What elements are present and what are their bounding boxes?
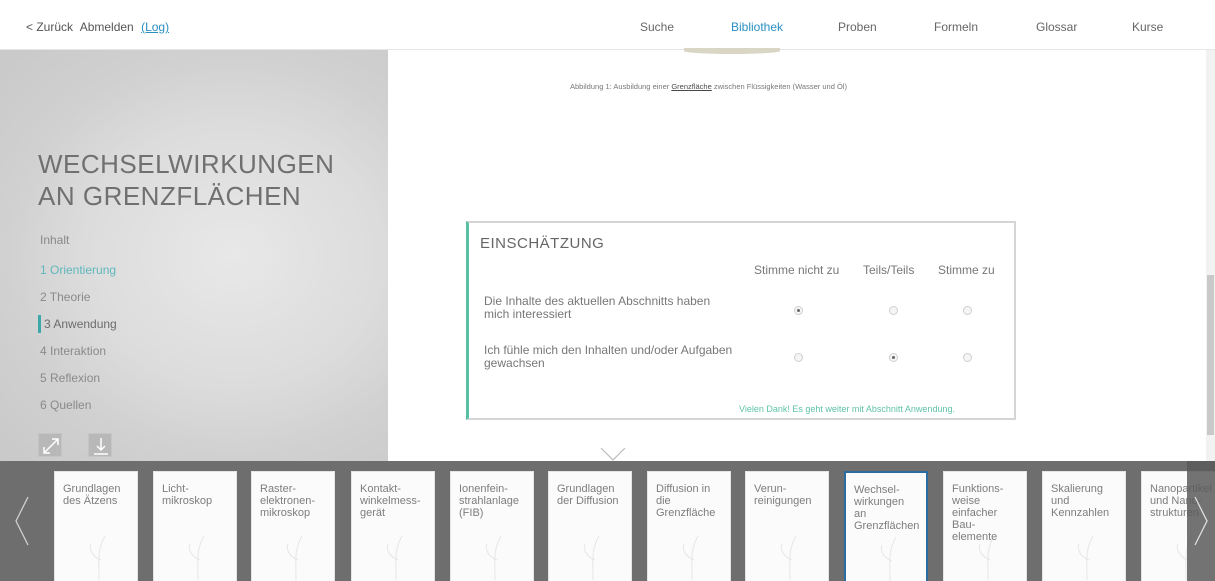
- expand-button[interactable]: [38, 433, 62, 457]
- plant-icon: [880, 536, 897, 581]
- chapter-title-line2: AN GRENZFLÄCHEN: [38, 181, 302, 211]
- toc-item-quellen[interactable]: 6 Quellen: [40, 397, 117, 424]
- course-card-selected[interactable]: Wechsel- wirkungen an Grenzflächen: [844, 471, 928, 581]
- nav-bibliothek[interactable]: Bibliothek: [731, 20, 783, 34]
- column-agree: Stimme zu: [938, 263, 995, 277]
- toc-heading: Inhalt: [40, 233, 70, 247]
- question-competence: Ich fühle mich den Inhalten und/oder Auf…: [484, 343, 733, 370]
- toc-item-theorie[interactable]: 2 Theorie: [40, 289, 117, 316]
- course-card[interactable]: Verun- reinigungen: [745, 471, 829, 581]
- course-card-label: Kontakt- winkelmess- gerät: [360, 483, 421, 519]
- table-of-contents: 1 Orientierung 2 Theorie 3 Anwendung 4 I…: [38, 262, 117, 424]
- logout-link[interactable]: Abmelden: [80, 20, 134, 34]
- question-interest: Die Inhalte des aktuellen Abschnitts hab…: [484, 294, 711, 321]
- nav-glossar[interactable]: Glossar: [1036, 20, 1077, 34]
- back-link[interactable]: < Zurück: [26, 20, 73, 34]
- course-card-label: Raster- elektronen- mikroskop: [260, 483, 316, 519]
- nav-suche[interactable]: Suche: [640, 20, 674, 34]
- column-disagree: Stimme nicht zu: [754, 263, 840, 277]
- plant-icon: [1077, 535, 1094, 580]
- download-button[interactable]: [88, 433, 112, 457]
- caption-glossary-link[interactable]: Grenzfläche: [671, 82, 711, 91]
- radio-q1-agree[interactable]: [963, 306, 972, 315]
- course-card[interactable]: Raster- elektronen- mikroskop: [251, 471, 335, 581]
- scrollbar-thumb[interactable]: [1207, 275, 1214, 435]
- course-card-label: Grundlagen der Diffusion: [557, 483, 619, 507]
- course-card-label: Diffusion in die Grenzfläche: [656, 483, 716, 519]
- course-card[interactable]: Diffusion in die Grenzfläche: [647, 471, 731, 581]
- toc-item-anwendung[interactable]: 3 Anwendung: [38, 315, 117, 343]
- thanks-message: Vielen Dank! Es geht weiter mit Abschnit…: [739, 404, 955, 414]
- column-partly: Teils/Teils: [863, 263, 915, 277]
- course-card-label: Ionenfein- strahlanlage (FIB): [459, 483, 519, 519]
- chevron-down-icon[interactable]: [600, 446, 626, 462]
- chevron-right-icon[interactable]: [1187, 461, 1215, 581]
- course-card[interactable]: Ionenfein- strahlanlage (FIB): [450, 471, 534, 581]
- nav-proben[interactable]: Proben: [838, 20, 877, 34]
- toc-item-interaktion[interactable]: 4 Interaktion: [40, 343, 117, 370]
- chevron-left-icon[interactable]: [6, 461, 34, 581]
- course-card[interactable]: Grundlagen der Diffusion: [548, 471, 632, 581]
- caption-text-start: Abbildung 1: Ausbildung einer: [570, 82, 672, 91]
- course-card-label: Verun- reinigungen: [754, 483, 812, 507]
- course-card-label: Skalierung und Kennzahlen: [1051, 483, 1110, 519]
- course-card[interactable]: Licht- mikroskop: [153, 471, 237, 581]
- evaluation-box: EINSCHÄTZUNG Stimme nicht zu Teils/Teils…: [466, 221, 1016, 420]
- course-card-label: Grundlagen des Ätzens: [63, 483, 121, 507]
- radio-q1-disagree[interactable]: [794, 306, 803, 315]
- plant-icon: [286, 535, 303, 580]
- toc-item-reflexion[interactable]: 5 Reflexion: [40, 370, 117, 397]
- nav-kurse[interactable]: Kurse: [1132, 20, 1163, 34]
- plant-icon: [780, 535, 797, 580]
- toc-item-orientierung[interactable]: 1 Orientierung: [40, 262, 117, 289]
- expand-icon: [43, 438, 59, 454]
- radio-q2-agree[interactable]: [963, 353, 972, 362]
- caption-text-end: zwischen Flüssigkeiten (Wasser und Öl): [711, 82, 847, 91]
- plant-icon: [386, 535, 403, 580]
- plant-icon: [188, 535, 205, 580]
- chapter-title-line1: WECHSELWIRKUNGEN: [38, 149, 335, 179]
- course-card[interactable]: Skalierung und Kennzahlen: [1042, 471, 1126, 581]
- evaluation-title: EINSCHÄTZUNG: [480, 235, 605, 252]
- plant-icon: [485, 535, 502, 580]
- top-left-links: < Zurück Abmelden (Log): [26, 20, 173, 34]
- download-icon: [94, 438, 108, 455]
- radio-q2-disagree[interactable]: [794, 353, 803, 362]
- course-card[interactable]: Funktions- weise einfacher Bau- elemente: [943, 471, 1027, 581]
- plant-icon: [89, 535, 106, 580]
- chapter-title: WECHSELWIRKUNGEN AN GRENZFLÄCHEN: [38, 148, 334, 212]
- figure-image-bottom: [684, 48, 780, 54]
- plant-icon: [682, 535, 699, 580]
- course-card-label: Wechsel- wirkungen an Grenzflächen: [854, 484, 920, 532]
- figure-caption: Abbildung 1: Ausbildung einer Grenzfläch…: [570, 82, 847, 91]
- course-card[interactable]: Grundlagen des Ätzens: [54, 471, 138, 581]
- course-card[interactable]: Kontakt- winkelmess- gerät: [351, 471, 435, 581]
- plant-icon: [583, 535, 600, 580]
- chapter-sidebar: WECHSELWIRKUNGEN AN GRENZFLÄCHEN Inhalt …: [0, 50, 388, 461]
- course-carousel: Grundlagen des Ätzens Licht- mikroskop R…: [0, 461, 1215, 581]
- radio-q2-partly[interactable]: [889, 353, 898, 362]
- course-card-label: Licht- mikroskop: [162, 483, 213, 507]
- radio-q1-partly[interactable]: [889, 306, 898, 315]
- nav-formeln[interactable]: Formeln: [934, 20, 978, 34]
- log-link[interactable]: (Log): [141, 20, 169, 34]
- vertical-scrollbar[interactable]: [1206, 50, 1215, 461]
- plant-icon: [978, 535, 995, 580]
- top-bar: < Zurück Abmelden (Log) Suche Bibliothek…: [0, 0, 1215, 50]
